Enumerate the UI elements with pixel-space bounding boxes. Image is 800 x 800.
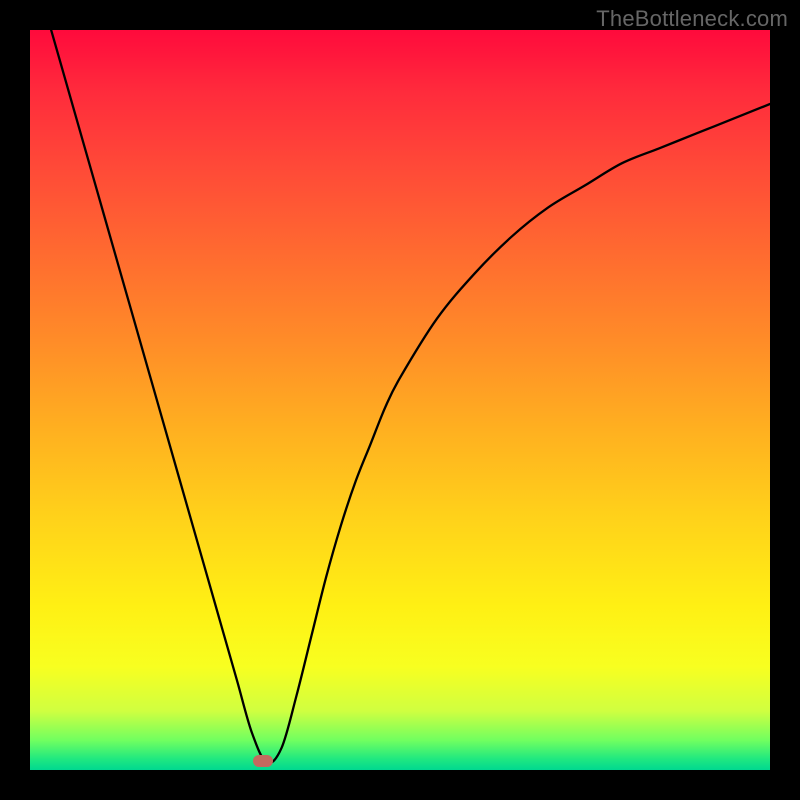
curve-svg [30,30,770,770]
bottleneck-curve [30,30,770,763]
plot-area [30,30,770,770]
watermark-text: TheBottleneck.com [596,6,788,32]
optimal-marker [253,755,273,767]
